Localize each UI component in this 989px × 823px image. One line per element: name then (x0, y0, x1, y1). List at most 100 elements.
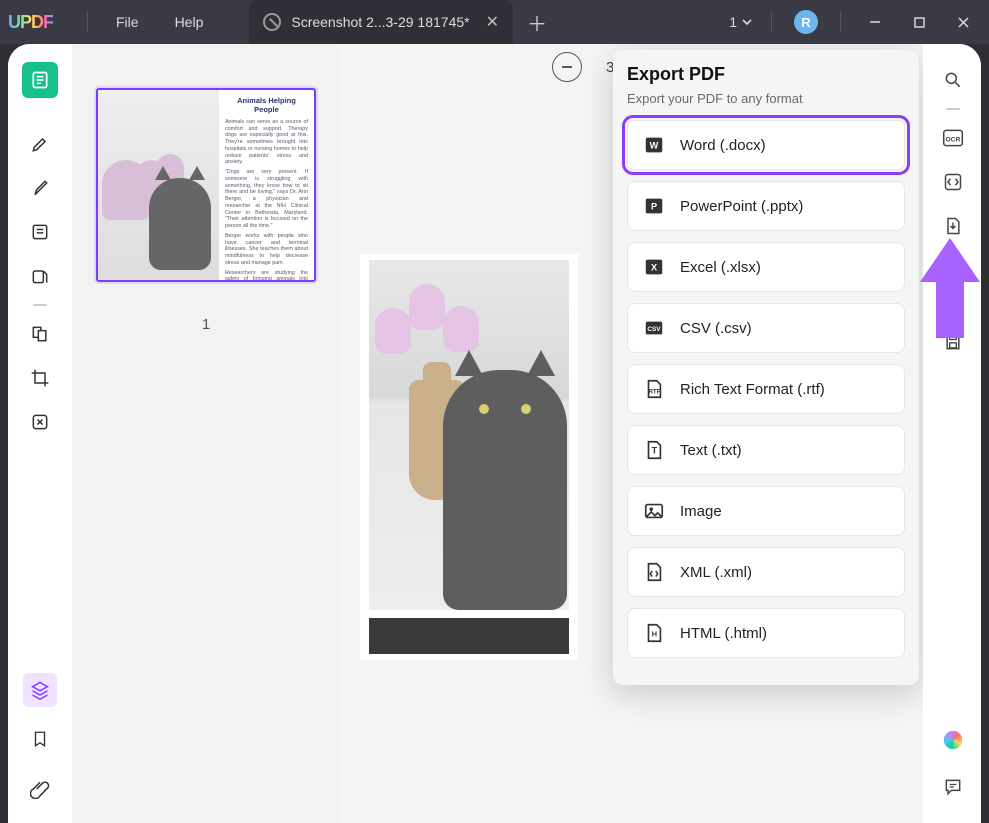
text-block-icon (30, 222, 50, 242)
export-option-excel[interactable]: X Excel (.xlsx) (627, 242, 905, 292)
compress-tool[interactable] (22, 404, 58, 440)
excel-icon: X (642, 255, 666, 279)
bookmark-icon (31, 729, 49, 749)
export-option-label: Rich Text Format (.rtf) (680, 381, 825, 398)
paperclip-icon (30, 779, 50, 799)
zoom-out-button[interactable] (552, 52, 582, 82)
minimize-icon (868, 15, 882, 29)
thumbnail-text-preview: Animals Helping People Animals can serve… (219, 90, 314, 280)
highlighter-icon (30, 134, 50, 154)
svg-text:H: H (652, 630, 657, 639)
svg-text:OCR: OCR (945, 136, 960, 143)
search-tool[interactable] (935, 62, 971, 98)
export-tool[interactable] (935, 208, 971, 244)
export-option-rtf[interactable]: RTF Rich Text Format (.rtf) (627, 364, 905, 414)
export-option-text[interactable]: T Text (.txt) (627, 425, 905, 475)
doc-paragraph: "Dogs are very present. If someone is st… (225, 169, 308, 230)
document-viewport[interactable]: 31% ▼ Export PDF Export your PDF to any … (340, 44, 923, 823)
chevron-down-icon (741, 16, 753, 28)
maximize-icon (913, 16, 926, 29)
export-option-label: HTML (.html) (680, 625, 767, 642)
menu-file[interactable]: File (98, 14, 157, 30)
export-option-csv[interactable]: CSV CSV (.csv) (627, 303, 905, 353)
page-indicator[interactable]: 1 (729, 14, 753, 30)
pages-icon (30, 324, 50, 344)
word-icon: W (642, 133, 666, 157)
minus-icon (560, 60, 574, 74)
document-tab[interactable]: Screenshot 2...3-29 181745* ✕ (249, 0, 513, 44)
separator (840, 12, 841, 32)
mail-icon (943, 274, 963, 294)
export-option-label: XML (.xml) (680, 564, 752, 581)
doc-paragraph: Berger works with people who have cancer… (225, 233, 308, 267)
form-tool[interactable] (22, 258, 58, 294)
page-icon (30, 70, 50, 90)
text-tool[interactable] (22, 214, 58, 250)
export-icon (943, 216, 963, 236)
export-option-image[interactable]: Image (627, 486, 905, 536)
bookmark-button[interactable] (22, 721, 58, 757)
rtf-icon: RTF (642, 377, 666, 401)
comment-icon (943, 777, 963, 797)
export-option-label: PowerPoint (.pptx) (680, 198, 803, 215)
window-maximize-button[interactable] (899, 2, 939, 42)
right-toolbar: OCR (923, 44, 981, 823)
layers-button[interactable] (23, 673, 57, 707)
text-icon: T (642, 438, 666, 462)
menu-help[interactable]: Help (157, 14, 222, 30)
ai-icon (937, 724, 968, 755)
html-icon: H (642, 621, 666, 645)
app-logo: UPDF (8, 12, 53, 33)
divider (946, 108, 960, 110)
compress-icon (30, 412, 50, 432)
csv-icon: CSV (642, 316, 666, 340)
export-option-html[interactable]: H HTML (.html) (627, 608, 905, 658)
window-minimize-button[interactable] (855, 2, 895, 42)
page-thumbnail[interactable]: Animals Helping People Animals can serve… (96, 88, 316, 282)
crop-tool[interactable] (22, 360, 58, 396)
svg-text:X: X (651, 263, 658, 273)
xml-icon (642, 560, 666, 584)
svg-text:RTF: RTF (649, 390, 661, 396)
thumbnail-panel: Animals Helping People Animals can serve… (72, 44, 340, 823)
export-option-word[interactable]: W Word (.docx) (627, 120, 905, 170)
form-icon (30, 266, 50, 286)
layers-icon (30, 680, 50, 700)
window-close-button[interactable] (943, 2, 983, 42)
divider (946, 254, 960, 256)
ocr-tool[interactable]: OCR (935, 120, 971, 156)
user-avatar[interactable]: R (794, 10, 818, 34)
doc-paragraph: Animals can serve as a source of comfort… (225, 119, 308, 166)
page-preview (360, 254, 578, 660)
tab-title: Screenshot 2...3-29 181745* (291, 14, 469, 30)
mail-tool[interactable] (935, 266, 971, 302)
highlighter-tool[interactable] (22, 126, 58, 162)
pages-organize-tool[interactable] (22, 316, 58, 352)
pen-tool[interactable] (22, 170, 58, 206)
export-option-label: Excel (.xlsx) (680, 259, 761, 276)
powerpoint-icon: P (642, 194, 666, 218)
titlebar: UPDF File Help Screenshot 2...3-29 18174… (0, 0, 989, 44)
thumbnail-page-number: 1 (202, 316, 210, 333)
thumbnail-image (98, 90, 219, 280)
attachment-button[interactable] (22, 771, 58, 807)
new-tab-button[interactable]: ＋ (527, 8, 547, 37)
separator (87, 12, 88, 32)
export-option-label: Word (.docx) (680, 137, 766, 154)
svg-text:CSV: CSV (647, 326, 661, 333)
export-title: Export PDF (627, 64, 905, 85)
image-icon (642, 499, 666, 523)
page-number: 1 (729, 14, 737, 30)
ocr-icon: OCR (942, 128, 964, 148)
reader-tool[interactable] (22, 62, 58, 98)
export-option-xml[interactable]: XML (.xml) (627, 547, 905, 597)
save-tool[interactable] (935, 324, 971, 360)
comments-button[interactable] (935, 769, 971, 805)
export-option-powerpoint[interactable]: P PowerPoint (.pptx) (627, 181, 905, 231)
svg-text:T: T (652, 446, 658, 456)
page-image (369, 260, 569, 654)
close-icon[interactable]: ✕ (486, 12, 499, 32)
ai-assistant-button[interactable] (942, 729, 964, 751)
convert-tool[interactable] (935, 164, 971, 200)
divider (946, 312, 960, 314)
